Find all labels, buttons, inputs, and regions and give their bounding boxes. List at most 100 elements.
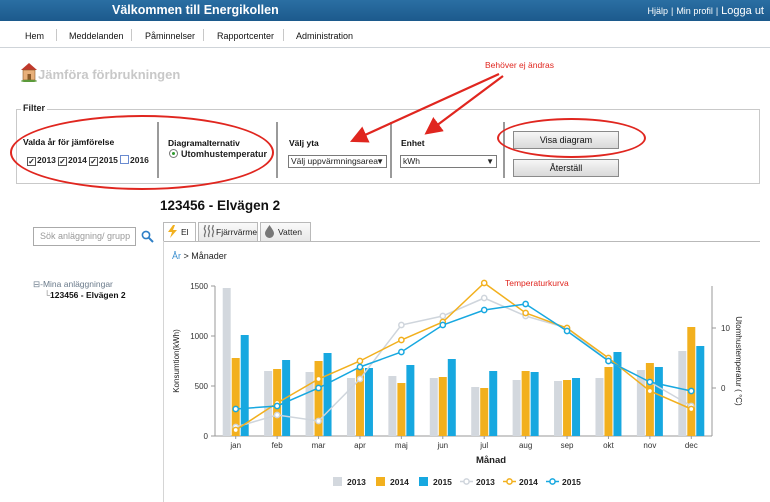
tree-root-item[interactable]: ⊟-Mina anläggningar <box>33 279 113 290</box>
x-tick-label: okt <box>603 441 614 450</box>
temp-point-2015-maj <box>398 348 405 356</box>
temp-point-2015-feb <box>273 402 281 410</box>
bar-2013-okt <box>595 378 604 436</box>
menu-item-hem[interactable]: Hem <box>25 31 44 41</box>
profile-link[interactable]: Min profil <box>676 6 713 16</box>
x-tick-label: sep <box>561 441 574 450</box>
temp-point-2015-apr <box>356 363 364 371</box>
y2-tick-label: 10 <box>721 324 730 333</box>
unit-select[interactable]: kWh ▼ <box>400 155 497 168</box>
tab-vatten[interactable]: Vatten <box>260 222 311 241</box>
legend-label-2013: 2013 <box>347 477 366 487</box>
reset-button[interactable]: Återställ <box>513 159 619 177</box>
x-tick-label: apr <box>354 441 366 450</box>
chevron-down-icon: ▼ <box>376 157 384 166</box>
bar-2014-mar <box>314 361 323 436</box>
logout-link[interactable]: Logga ut <box>721 5 764 17</box>
legend-label-2014: 2014 <box>390 477 409 487</box>
legend-swatch-2015 <box>419 477 428 486</box>
temp-point-2015-nov <box>646 378 654 386</box>
bar-2014-nov <box>645 363 654 436</box>
bar-2014-maj <box>397 383 406 436</box>
bar-2014-sep <box>563 380 572 436</box>
bar-2014-okt <box>604 367 613 436</box>
legend-marker-2014 <box>506 478 513 485</box>
bar-2015-nov <box>654 367 663 436</box>
search-input[interactable]: Sök anläggning/ grupp <box>33 227 136 246</box>
x-axis-title: Månad <box>476 455 506 466</box>
menu-item-paminnelser[interactable]: Påminnelser <box>145 31 195 41</box>
bar-2013-sep <box>554 381 563 436</box>
legend-marker-2015 <box>549 478 556 485</box>
menu-divider <box>203 29 204 41</box>
temp-line-2014 <box>235 282 692 431</box>
page-title: Jämföra förbrukningen <box>38 67 181 82</box>
property-title: 123456 - Elvägen 2 <box>160 198 281 213</box>
temp-point-2013-jul <box>480 294 488 302</box>
area-label: Välj yta <box>289 138 319 148</box>
tree-child-item[interactable]: └123456 - Elvägen 2 <box>44 290 126 300</box>
filter-divider <box>390 122 392 178</box>
x-tick-label: feb <box>272 441 284 450</box>
tab-el[interactable]: El <box>163 222 196 242</box>
chevron-down-icon: ▼ <box>486 157 494 166</box>
menu-divider <box>283 29 284 41</box>
x-tick-label: jan <box>229 441 241 450</box>
y2-tick-label: 0 <box>721 384 726 393</box>
x-tick-label: jun <box>436 441 448 450</box>
bar-2015-jul <box>489 371 498 436</box>
help-link[interactable]: Hjälp <box>647 6 668 16</box>
temp-point-2013-apr <box>356 375 364 383</box>
bar-2015-aug <box>530 372 539 436</box>
bar-2013-maj <box>388 376 397 436</box>
menu-divider <box>131 29 132 41</box>
highlight-ellipse <box>497 118 646 158</box>
breadcrumb-year-link[interactable]: År <box>172 251 181 261</box>
legend-label-2015: 2015 <box>562 477 581 487</box>
temp-point-2015-jul <box>480 306 488 314</box>
bar-2014-jul <box>480 388 489 436</box>
collapse-icon[interactable]: ⊟- <box>33 279 43 289</box>
legend-label-2013: 2013 <box>476 477 495 487</box>
bar-2013-aug <box>512 380 521 436</box>
bar-2015-mar <box>323 353 332 436</box>
x-tick-label: aug <box>519 441 532 450</box>
consumption-chart: 0 500 1000 1500 0 10 jan feb mar apr maj jun jul aug s… <box>172 278 743 487</box>
y-tick-label: 1000 <box>190 332 208 341</box>
bar-2013-jul <box>471 387 480 436</box>
y-tick-label: 1500 <box>190 282 208 291</box>
temp-line-2015 <box>235 303 692 410</box>
bar-2013-jan <box>222 288 231 436</box>
bar-2013-mar <box>305 372 314 436</box>
temp-point-2014-maj <box>398 336 405 344</box>
temp-point-2014-jan <box>232 426 240 434</box>
breadcrumb-current: Månader <box>191 251 227 261</box>
area-select[interactable]: Välj uppvärmningsarea ▼ <box>288 155 387 168</box>
bar-2015-maj <box>406 365 415 436</box>
temp-point-2013-mar <box>315 417 322 425</box>
legend-label-2014: 2014 <box>519 477 538 487</box>
tab-fjarrvarme[interactable]: Fjärrvärme <box>198 222 258 241</box>
temp-point-2015-jan <box>232 405 240 413</box>
y2-axis-title: Utomhustemperatur ( °C) <box>734 316 743 406</box>
temp-point-2014-nov <box>646 387 654 395</box>
heat-icon <box>203 225 215 238</box>
annotation-note: Behöver ej ändras <box>485 60 554 70</box>
x-tick-label: mar <box>312 441 326 450</box>
bar-2014-aug <box>521 371 530 436</box>
lightning-icon <box>168 225 177 238</box>
y-axis-title: Konsumtion(kWh) <box>172 329 181 393</box>
filter-legend: Filter <box>21 103 48 113</box>
bar-2013-dec <box>678 351 687 436</box>
search-icon[interactable] <box>141 230 154 243</box>
bar-2013-feb <box>264 371 273 436</box>
temp-point-2015-dec <box>687 387 695 395</box>
temp-point-2014-aug <box>522 309 529 317</box>
menu-item-meddelanden[interactable]: Meddelanden <box>69 31 124 41</box>
menu-item-administration[interactable]: Administration <box>296 31 353 41</box>
temp-point-2013-maj <box>398 321 405 329</box>
temp-point-2013-jun <box>439 312 447 320</box>
temp-point-2014-apr <box>356 357 364 365</box>
menu-item-rapportcenter[interactable]: Rapportcenter <box>217 31 274 41</box>
temp-point-2014-dec <box>687 405 695 413</box>
